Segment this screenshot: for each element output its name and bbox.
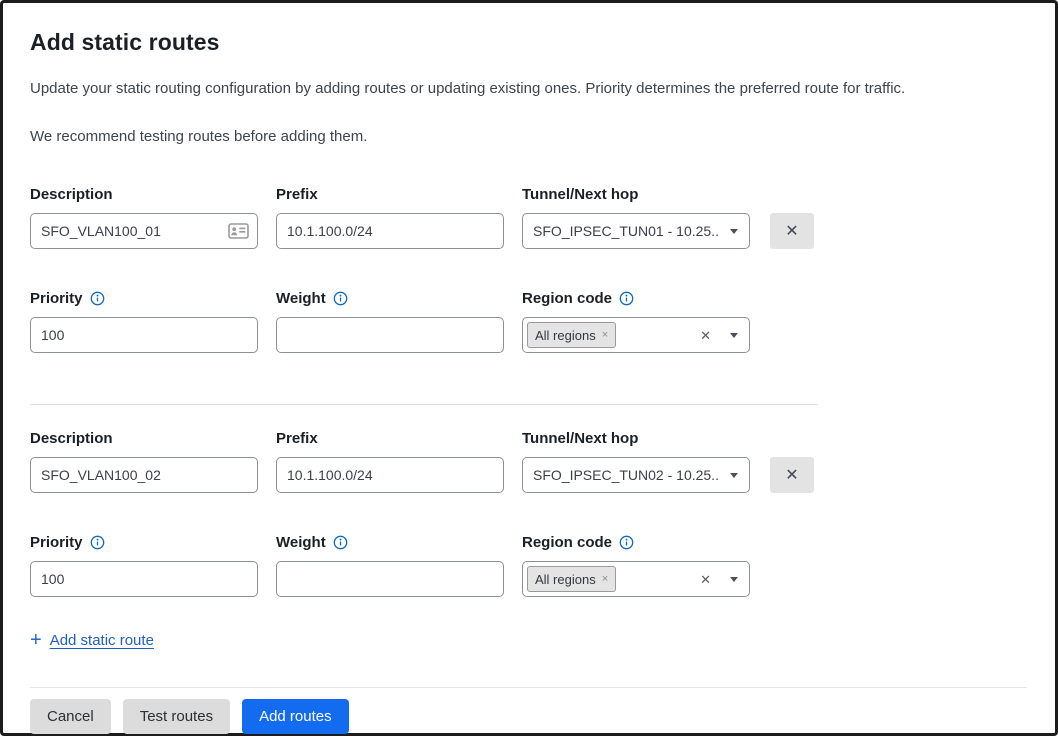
weight-field-group: Weight (276, 533, 504, 597)
tunnel-next-hop-select[interactable]: SFO_IPSEC_TUN02 - 10.25... (522, 457, 750, 493)
weight-input[interactable] (276, 317, 504, 353)
close-icon: ✕ (785, 221, 798, 241)
region-code-label: Region code (522, 290, 612, 307)
priority-field-group: Priority (30, 533, 258, 597)
route-divider (30, 404, 818, 405)
info-icon[interactable] (333, 535, 348, 550)
dialog-title: Add static routes (30, 29, 1027, 56)
region-code-label: Region code (522, 534, 612, 551)
prefix-label: Prefix (276, 430, 318, 447)
prefix-field-group: Prefix (276, 429, 504, 493)
region-tag-label: All regions (535, 328, 596, 343)
region-tag: All regions × (527, 566, 616, 592)
description-input[interactable] (30, 457, 258, 493)
delete-route-button[interactable]: ✕ (770, 213, 814, 249)
description-label: Description (30, 186, 113, 203)
tunnel-field-group: Tunnel/Next hop SFO_IPSEC_TUN02 - 10.25.… (522, 429, 750, 493)
info-icon[interactable] (333, 291, 348, 306)
priority-input[interactable] (30, 317, 258, 353)
weight-label: Weight (276, 290, 326, 307)
delete-route-button[interactable]: ✕ (770, 457, 814, 493)
add-static-route-link[interactable]: Add static route (50, 632, 154, 649)
description-field-group: Description (30, 185, 258, 249)
priority-input[interactable] (30, 561, 258, 597)
clear-selection-icon[interactable]: ✕ (700, 327, 711, 344)
region-tag: All regions × (527, 322, 616, 348)
add-routes-button[interactable]: Add routes (242, 699, 349, 734)
tunnel-field-group: Tunnel/Next hop SFO_IPSEC_TUN01 - 10.25.… (522, 185, 750, 249)
info-icon[interactable] (90, 535, 105, 550)
region-tag-label: All regions (535, 572, 596, 587)
region-code-multiselect[interactable]: All regions × ✕ (522, 561, 750, 597)
info-icon[interactable] (619, 535, 634, 550)
remove-tag-icon[interactable]: × (602, 330, 608, 341)
plus-icon[interactable]: + (30, 629, 42, 652)
tunnel-selected-value: SFO_IPSEC_TUN01 - 10.25... (533, 223, 719, 239)
priority-field-group: Priority (30, 289, 258, 353)
description-label: Description (30, 430, 113, 447)
prefix-field-group: Prefix (276, 185, 504, 249)
priority-label: Priority (30, 290, 83, 307)
tunnel-next-hop-label: Tunnel/Next hop (522, 186, 638, 203)
priority-label: Priority (30, 534, 83, 551)
description-field-group: Description (30, 429, 258, 493)
info-icon[interactable] (90, 291, 105, 306)
weight-label: Weight (276, 534, 326, 551)
weight-field-group: Weight (276, 289, 504, 353)
chevron-down-icon (730, 333, 738, 338)
footer-divider (30, 687, 1027, 688)
region-code-field-group: Region code All regions × ✕ (522, 533, 750, 597)
dialog-footer: Cancel Test routes Add routes (30, 699, 1027, 734)
tunnel-next-hop-select[interactable]: SFO_IPSEC_TUN01 - 10.25... (522, 213, 750, 249)
add-static-routes-dialog: Add static routes Update your static rou… (0, 0, 1058, 736)
route-block-2: Description Prefix Tunnel/Next hop SFO_I… (30, 429, 1027, 597)
info-icon[interactable] (619, 291, 634, 306)
route-block-1: Description Prefix (30, 185, 1027, 353)
tunnel-selected-value: SFO_IPSEC_TUN02 - 10.25... (533, 467, 719, 483)
close-icon: ✕ (785, 465, 798, 485)
chevron-down-icon (730, 577, 738, 582)
remove-tag-icon[interactable]: × (602, 574, 608, 585)
prefix-input[interactable] (276, 457, 504, 493)
region-code-multiselect[interactable]: All regions × ✕ (522, 317, 750, 353)
prefix-input[interactable] (276, 213, 504, 249)
add-static-route-row: + Add static route (30, 629, 1027, 652)
clear-selection-icon[interactable]: ✕ (700, 571, 711, 588)
weight-input[interactable] (276, 561, 504, 597)
description-input[interactable] (30, 213, 258, 249)
dialog-intro-text: Update your static routing configuration… (30, 80, 1027, 97)
dialog-recommendation-text: We recommend testing routes before addin… (30, 128, 1027, 145)
contact-card-icon[interactable] (228, 223, 249, 239)
prefix-label: Prefix (276, 186, 318, 203)
test-routes-button[interactable]: Test routes (123, 699, 230, 734)
chevron-down-icon (730, 473, 738, 478)
tunnel-next-hop-label: Tunnel/Next hop (522, 430, 638, 447)
chevron-down-icon (730, 229, 738, 234)
region-code-field-group: Region code All regions × ✕ (522, 289, 750, 353)
cancel-button[interactable]: Cancel (30, 699, 111, 734)
